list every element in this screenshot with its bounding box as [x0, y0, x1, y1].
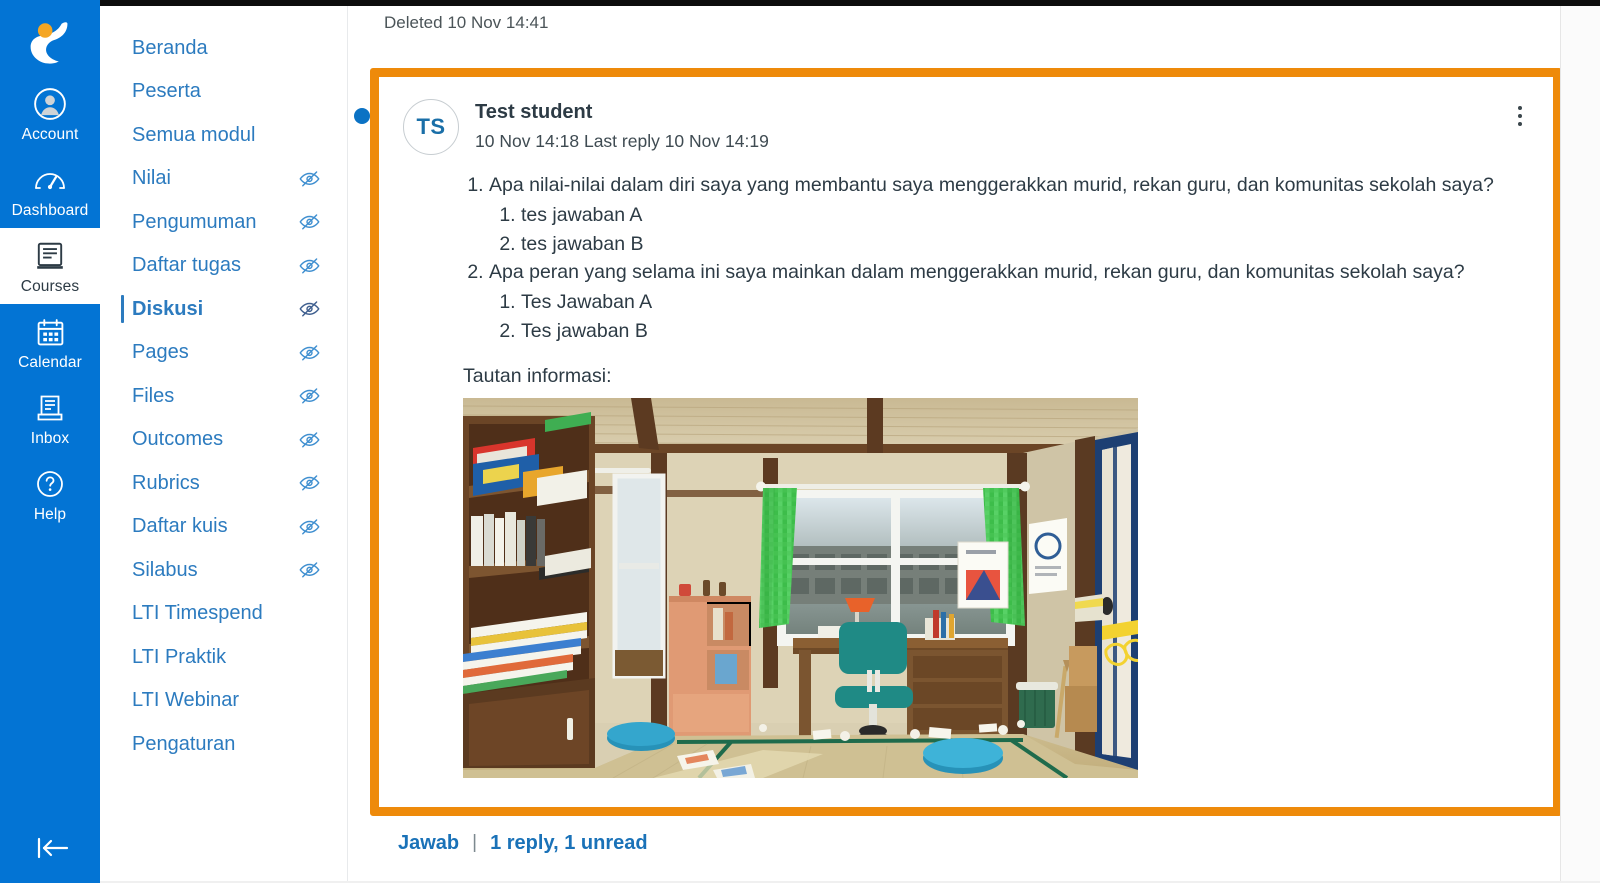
- question-list: Apa nilai-nilai dalam diri saya yang mem…: [459, 171, 1531, 345]
- author-block: Test student 10 Nov 14:18 Last reply 10 …: [475, 97, 769, 154]
- inbox-tray-icon: [35, 389, 65, 427]
- hidden-from-students-eye-slash-icon: [298, 254, 321, 277]
- hidden-from-students-eye-slash-icon: [298, 428, 321, 451]
- course-nav-item-peserta[interactable]: Peserta: [100, 70, 347, 114]
- course-nav-label: Daftar tugas: [132, 254, 241, 277]
- answer-list: tes jawaban A tes jawaban B: [489, 201, 1531, 258]
- list-item: Apa peran yang selama ini saya mainkan d…: [489, 258, 1531, 345]
- entry-footer: Jawab | 1 reply, 1 unread: [370, 830, 1562, 856]
- unread-dot[interactable]: [354, 108, 370, 124]
- entry-message-body: Apa nilai-nilai dalam diri saya yang mem…: [403, 171, 1531, 778]
- list-item: Tes jawaban B: [521, 317, 1531, 346]
- course-nav-item-pages[interactable]: Pages: [100, 331, 347, 375]
- calendar-icon: [35, 313, 66, 351]
- global-nav-item-dashboard[interactable]: Dashboard: [0, 152, 100, 228]
- global-nav-label: Inbox: [30, 430, 70, 447]
- course-nav-label: LTI Webinar: [132, 689, 240, 712]
- help-question-icon: [35, 465, 65, 503]
- course-nav-item-beranda[interactable]: Beranda: [100, 26, 347, 70]
- course-nav-label: Beranda: [132, 36, 208, 59]
- collapse-arrow-left-icon[interactable]: [0, 813, 100, 883]
- question-text: Apa nilai-nilai dalam diri saya yang mem…: [489, 174, 1494, 196]
- global-nav-label: Account: [21, 126, 79, 143]
- entry-header: TS Test student 10 Nov 14:18 Last reply …: [403, 97, 1531, 155]
- course-nav-label: Rubrics: [132, 471, 200, 494]
- global-nav-label: Courses: [20, 278, 80, 295]
- author-name: Test student: [475, 101, 593, 123]
- hidden-from-students-eye-slash-icon: [298, 167, 321, 190]
- hidden-from-students-eye-slash-icon: [298, 515, 321, 538]
- course-nav-label: Daftar kuis: [132, 515, 228, 538]
- course-nav-item-lti-webinar[interactable]: LTI Webinar: [100, 679, 347, 723]
- reply-button[interactable]: Jawab: [398, 830, 459, 856]
- course-nav-item-pengaturan[interactable]: Pengaturan: [100, 722, 347, 766]
- courses-book-icon: [34, 237, 66, 275]
- list-item: Tes Jawaban A: [521, 288, 1531, 317]
- global-nav-item-calendar[interactable]: Calendar: [0, 304, 100, 380]
- global-nav-item-account[interactable]: Account: [0, 76, 100, 152]
- list-item: Apa nilai-nilai dalam diri saya yang mem…: [489, 171, 1531, 258]
- discussion-entry-highlighted[interactable]: TS Test student 10 Nov 14:18 Last reply …: [370, 68, 1562, 816]
- global-nav-label: Dashboard: [11, 202, 89, 219]
- entry-timestamps: 10 Nov 14:18 Last reply 10 Nov 14:19: [475, 131, 769, 151]
- page-scrollbar-gutter[interactable]: [1560, 6, 1600, 883]
- course-nav-label: Silabus: [132, 558, 198, 581]
- course-nav-item-outcomes[interactable]: Outcomes: [100, 418, 347, 462]
- hidden-from-students-eye-slash-icon: [298, 210, 321, 233]
- course-nav-label: Diskusi: [132, 297, 204, 320]
- hidden-from-students-eye-slash-icon: [298, 471, 321, 494]
- more-options-kebab-icon[interactable]: [1507, 101, 1533, 131]
- course-navigation: Beranda Peserta Semua modul Nilai Pengum…: [100, 6, 348, 883]
- course-nav-label: Nilai: [132, 167, 171, 190]
- course-nav-label: Pengumuman: [132, 210, 257, 233]
- course-nav-item-semua-modul[interactable]: Semua modul: [100, 113, 347, 157]
- hidden-from-students-eye-slash-icon: [298, 297, 321, 320]
- course-nav-label: Outcomes: [132, 428, 224, 451]
- course-nav-item-nilai[interactable]: Nilai: [100, 157, 347, 201]
- course-nav-item-files[interactable]: Files: [100, 374, 347, 418]
- course-nav-item-pengumuman[interactable]: Pengumuman: [100, 200, 347, 244]
- instructure-bird-logo[interactable]: [19, 14, 81, 76]
- global-nav-label: Help: [33, 506, 67, 523]
- course-nav-item-silabus[interactable]: Silabus: [100, 548, 347, 592]
- footer-separator: |: [472, 832, 478, 853]
- attachment-caption: Tautan informasi:: [463, 365, 612, 387]
- hidden-from-students-eye-slash-icon: [298, 341, 321, 364]
- course-nav-item-lti-timespend[interactable]: LTI Timespend: [100, 592, 347, 636]
- anime-japanese-bedroom-illustration: [463, 398, 1138, 778]
- global-nav-label: Calendar: [18, 354, 82, 371]
- course-nav-label: Peserta: [132, 80, 201, 103]
- hidden-from-students-eye-slash-icon: [298, 384, 321, 407]
- course-nav-item-diskusi[interactable]: Diskusi: [100, 287, 347, 331]
- user-avatar-icon: [33, 85, 67, 123]
- global-nav-item-inbox[interactable]: Inbox: [0, 380, 100, 456]
- question-text: Apa peran yang selama ini saya mainkan d…: [489, 261, 1465, 283]
- answer-list: Tes Jawaban A Tes jawaban B: [489, 288, 1531, 345]
- global-nav-item-courses[interactable]: Courses: [0, 228, 100, 304]
- avatar[interactable]: TS: [403, 99, 459, 155]
- app-root: Account Dashboard Courses Calendar Inbox…: [0, 0, 1600, 883]
- course-nav-label: Files: [132, 384, 175, 407]
- course-nav-item-daftar-kuis[interactable]: Daftar kuis: [100, 505, 347, 549]
- course-nav-label: Pages: [132, 341, 189, 364]
- list-item: tes jawaban B: [521, 230, 1531, 259]
- deleted-entry-note: Deleted 10 Nov 14:41: [384, 13, 549, 32]
- course-nav-item-lti-praktik[interactable]: LTI Praktik: [100, 635, 347, 679]
- course-nav-item-rubrics[interactable]: Rubrics: [100, 461, 347, 505]
- course-nav-item-daftar-tugas[interactable]: Daftar tugas: [100, 244, 347, 288]
- course-nav-label: Semua modul: [132, 123, 256, 146]
- reply-count-link[interactable]: 1 reply, 1 unread: [490, 830, 647, 856]
- course-nav-label: Pengaturan: [132, 732, 236, 755]
- course-nav-label: LTI Timespend: [132, 602, 263, 625]
- global-nav-item-help[interactable]: Help: [0, 456, 100, 532]
- embedded-image[interactable]: [463, 398, 1138, 778]
- global-navigation: Account Dashboard Courses Calendar Inbox…: [0, 0, 100, 883]
- discussion-main: Deleted 10 Nov 14:41 TS Test student 10 …: [348, 6, 1600, 883]
- list-item: tes jawaban A: [521, 201, 1531, 230]
- dashboard-gauge-icon: [33, 161, 67, 199]
- course-nav-label: LTI Praktik: [132, 645, 227, 668]
- hidden-from-students-eye-slash-icon: [298, 558, 321, 581]
